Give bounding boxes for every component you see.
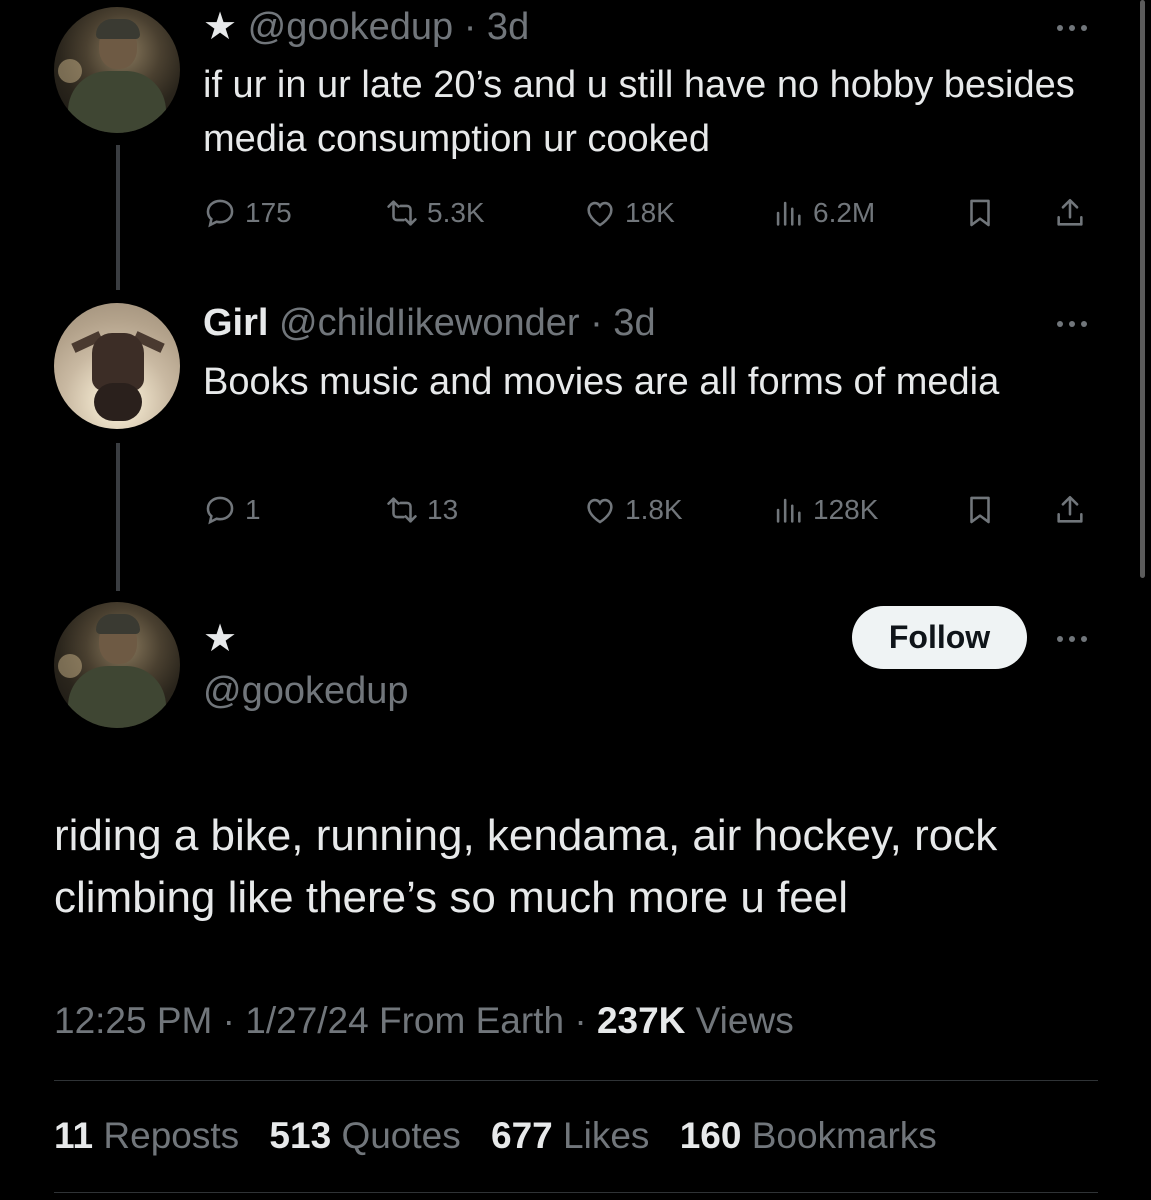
bookmarks-stat[interactable]: 160 Bookmarks <box>680 1115 937 1156</box>
views-button[interactable]: 128K <box>771 490 878 530</box>
separator: · <box>222 1000 235 1041</box>
repost-count: 5.3K <box>427 197 485 228</box>
star-icon: ★ <box>203 6 238 48</box>
scrollbar[interactable] <box>1140 0 1145 578</box>
views-icon <box>776 498 801 523</box>
share-icon <box>1057 495 1083 523</box>
tweet-text: Books music and movies are all forms of … <box>203 361 1000 403</box>
more-icon[interactable] <box>1057 22 1097 32</box>
star-icon: ★ <box>203 618 238 660</box>
share-icon <box>1057 198 1083 226</box>
views-button[interactable]: 6.2M <box>771 193 875 233</box>
divider <box>54 1080 1098 1081</box>
bookmark-icon <box>970 496 990 524</box>
divider <box>54 1192 1098 1193</box>
views-count: 6.2M <box>813 197 876 228</box>
reply-icon <box>206 199 234 228</box>
like-icon <box>587 498 613 524</box>
handle[interactable]: @gookedup <box>248 6 454 48</box>
post-time[interactable]: 12:25 PM <box>54 1000 212 1041</box>
quotes-stat[interactable]: 513 Quotes <box>269 1115 460 1156</box>
avatar-gookedup[interactable] <box>54 7 180 133</box>
likes-stat[interactable]: 677 Likes <box>491 1115 649 1156</box>
share-button[interactable] <box>1053 193 1087 233</box>
reply-button[interactable]: 175 <box>203 193 292 233</box>
tweet-actions: 175 5.3K 18K 6.2M <box>203 193 1093 233</box>
separator: · <box>574 1000 587 1041</box>
thread-line <box>116 443 120 591</box>
repost-button[interactable]: 5.3K <box>385 193 485 233</box>
tweet-header: Girl @childIikewonder · 3d <box>203 302 656 345</box>
tweet-meta: 12:25 PM · 1/27/24 From Earth · 237K Vie… <box>54 1000 794 1042</box>
post-source: From Earth <box>379 1000 565 1041</box>
timestamp[interactable]: · 3d <box>464 6 529 48</box>
post-date[interactable]: 1/27/24 <box>245 1000 368 1041</box>
views-count: 237K <box>596 1000 686 1041</box>
more-icon[interactable] <box>1057 318 1097 328</box>
repost-button[interactable]: 13 <box>385 490 458 530</box>
views-count: 128K <box>813 494 879 525</box>
display-name[interactable]: Girl <box>203 302 268 344</box>
repost-icon <box>387 497 417 523</box>
reply-count: 1 <box>245 494 261 525</box>
handle[interactable]: @childIikewonder <box>279 302 580 344</box>
views-icon <box>776 201 801 226</box>
avatar-gookedup[interactable] <box>54 602 180 728</box>
tweet-text: if ur in ur late 20’s and u still have n… <box>203 64 1075 160</box>
like-button[interactable]: 18K <box>583 193 675 233</box>
more-icon[interactable] <box>1057 633 1097 643</box>
repost-count: 13 <box>427 494 459 525</box>
bookmark-button[interactable] <box>963 193 997 233</box>
views-label: Views <box>695 1000 794 1041</box>
thread-line <box>116 145 120 290</box>
bookmark-icon <box>970 199 990 227</box>
like-count: 18K <box>625 197 675 228</box>
reposts-stat[interactable]: 11 Reposts <box>54 1115 239 1156</box>
tweet-header: ★ @gookedup · 3d <box>203 4 529 49</box>
reply-icon <box>206 496 234 525</box>
main-author-handle[interactable]: @gookedup <box>203 670 409 713</box>
main-author-name[interactable]: ★ <box>203 616 237 661</box>
main-tweet-text: riding a bike, running, kendama, air hoc… <box>54 811 998 922</box>
share-button[interactable] <box>1053 490 1087 530</box>
avatar-child-like-wonder[interactable] <box>54 303 180 429</box>
like-count: 1.8K <box>625 494 683 525</box>
like-icon <box>587 201 613 227</box>
like-button[interactable]: 1.8K <box>583 490 683 530</box>
reply-count: 175 <box>245 197 292 228</box>
engagement-stats: 11 Reposts 513 Quotes 677 Likes 160 Book… <box>54 1115 957 1157</box>
repost-icon <box>387 200 417 226</box>
follow-button[interactable]: Follow <box>852 606 1027 669</box>
timestamp[interactable]: · 3d <box>590 302 655 344</box>
reply-button[interactable]: 1 <box>203 490 261 530</box>
bookmark-button[interactable] <box>963 490 997 530</box>
tweet-actions: 1 13 1.8K 128K <box>203 490 1093 530</box>
